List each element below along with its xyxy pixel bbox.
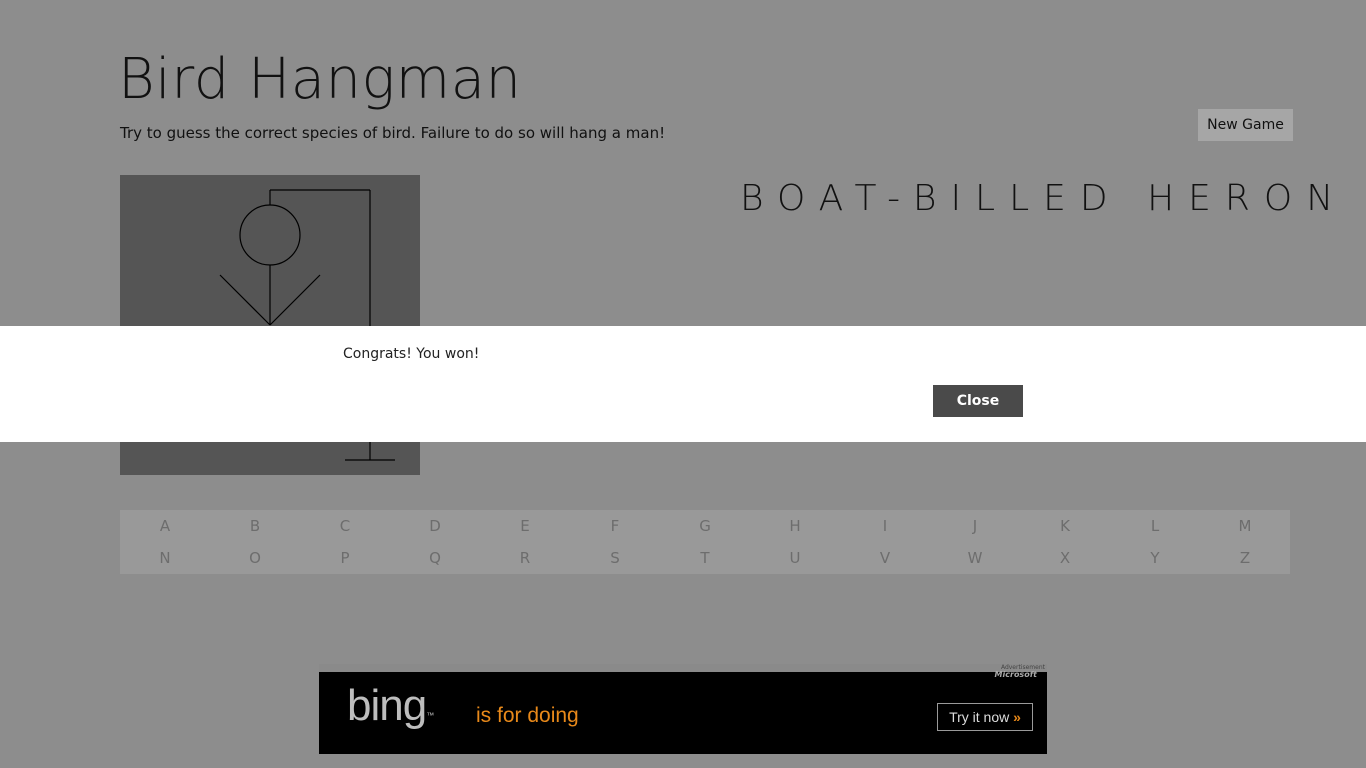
guessed-word: BOAT-BILLED HERON [740, 178, 1348, 219]
letter-key-o[interactable]: O [210, 542, 300, 574]
page-title: Bird Hangman [118, 47, 522, 112]
letter-key-n[interactable]: N [120, 542, 210, 574]
letter-keyboard: ABCDEFGHIJKLM NOPQRSTUVWXYZ [120, 510, 1290, 574]
letter-key-h[interactable]: H [750, 510, 840, 542]
letter-key-z[interactable]: Z [1200, 542, 1290, 574]
try-it-now-label: Try it now [949, 709, 1010, 725]
letter-key-e[interactable]: E [480, 510, 570, 542]
try-it-now-button[interactable]: Try it now » [937, 703, 1033, 731]
letter-key-i[interactable]: I [840, 510, 930, 542]
page-subtitle: Try to guess the correct species of bird… [120, 124, 666, 142]
letter-key-c[interactable]: C [300, 510, 390, 542]
letter-key-m[interactable]: M [1200, 510, 1290, 542]
figure-head [239, 204, 301, 266]
new-game-button[interactable]: New Game [1198, 109, 1293, 141]
message-dialog: Congrats! You won! Close [0, 326, 1366, 442]
ad-tagline: is for doing [476, 704, 579, 727]
letter-key-d[interactable]: D [390, 510, 480, 542]
letter-key-u[interactable]: U [750, 542, 840, 574]
letter-key-s[interactable]: S [570, 542, 660, 574]
figure-left-arm [219, 274, 271, 326]
bing-logo-text: bing [347, 681, 427, 730]
letter-key-j[interactable]: J [930, 510, 1020, 542]
letter-key-a[interactable]: A [120, 510, 210, 542]
chevron-right-icon: » [1013, 709, 1021, 725]
letter-key-t[interactable]: T [660, 542, 750, 574]
letter-key-v[interactable]: V [840, 542, 930, 574]
letter-key-y[interactable]: Y [1110, 542, 1200, 574]
app-root: Bird Hangman Try to guess the correct sp… [0, 0, 1366, 768]
letter-key-x[interactable]: X [1020, 542, 1110, 574]
letter-key-g[interactable]: G [660, 510, 750, 542]
figure-right-arm [269, 274, 321, 326]
ad-brand-logo: Microsoft [994, 670, 1037, 679]
trademark-symbol: ™ [426, 711, 434, 720]
letter-key-q[interactable]: Q [390, 542, 480, 574]
close-button[interactable]: Close [933, 385, 1023, 417]
ad-top-strip: Advertisement [319, 664, 1047, 672]
dialog-message: Congrats! You won! [343, 346, 480, 362]
advertisement-banner[interactable]: Advertisement Microsoft bing™ is for doi… [319, 664, 1047, 754]
letter-key-w[interactable]: W [930, 542, 1020, 574]
letter-key-b[interactable]: B [210, 510, 300, 542]
bing-logo: bing™ [347, 680, 434, 732]
letter-key-r[interactable]: R [480, 542, 570, 574]
letter-key-f[interactable]: F [570, 510, 660, 542]
letter-key-l[interactable]: L [1110, 510, 1200, 542]
letter-key-p[interactable]: P [300, 542, 390, 574]
letter-key-k[interactable]: K [1020, 510, 1110, 542]
